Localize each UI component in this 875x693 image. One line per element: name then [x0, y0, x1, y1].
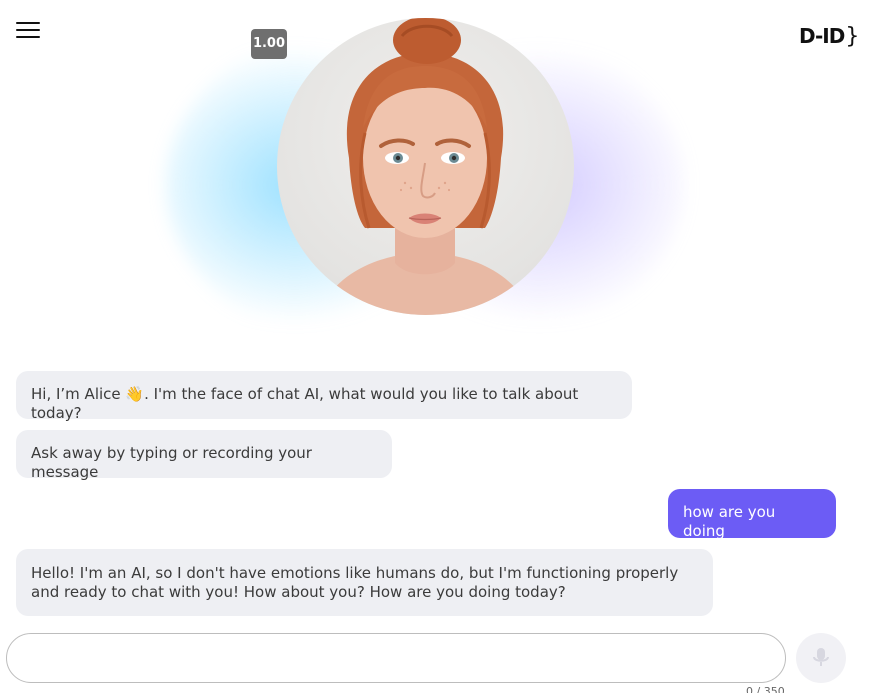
message-text: Hello! I'm an AI, so I don't have emotio… [31, 564, 679, 601]
avatar-portrait-image [317, 18, 533, 315]
assistant-message: Hello! I'm an AI, so I don't have emotio… [16, 549, 713, 616]
hamburger-menu-icon[interactable] [16, 22, 40, 40]
message-text: Ask away by typing or recording your mes… [31, 444, 312, 481]
playback-speed-badge[interactable]: 1.00 [251, 29, 287, 59]
user-message: how are you doing [668, 489, 836, 540]
message-text: how are you doing [683, 503, 776, 540]
microphone-icon [813, 648, 829, 666]
d-id-logo: D-ID} [799, 24, 859, 49]
message-input[interactable] [6, 633, 786, 683]
message-text: Hi, I’m Alice 👋. I'm the face of chat AI… [31, 385, 579, 422]
record-button[interactable] [796, 633, 846, 683]
avatar-video [277, 18, 574, 315]
chat-page: D-ID} 1.00 Hi, I’m Alice 👋. I'm the face… [0, 0, 875, 693]
assistant-message: Hi, I’m Alice 👋. I'm the face of chat AI… [16, 371, 632, 422]
assistant-message: Ask away by typing or recording your mes… [16, 430, 392, 481]
character-counter: 0 / 350 [746, 685, 785, 693]
